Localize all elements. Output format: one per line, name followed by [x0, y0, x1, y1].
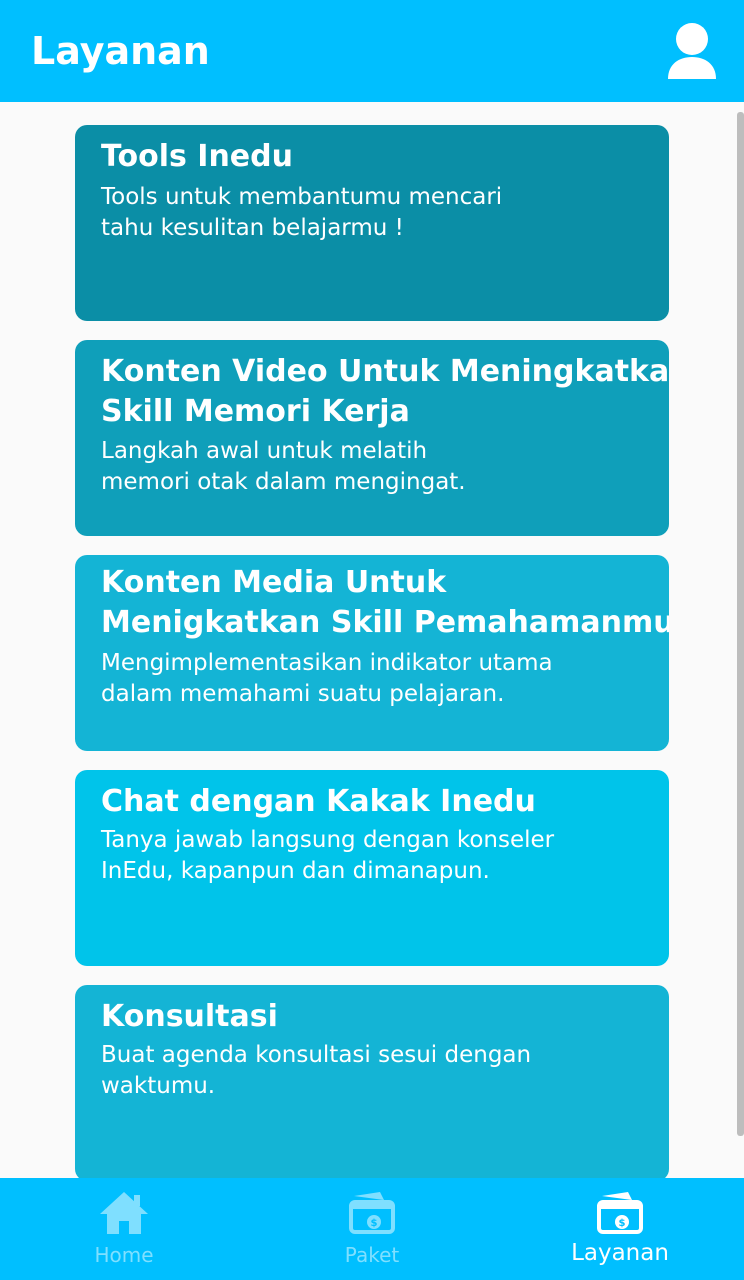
home-icon: [100, 1192, 148, 1234]
card-description: Buat agenda konsultasi sesui dengan wakt…: [101, 1042, 532, 1099]
nav-label: Home: [94, 1243, 154, 1267]
nav-label: Layanan: [571, 1240, 669, 1266]
service-card-media[interactable]: Konten Media Untuk Menigkatkan Skill Pem…: [75, 555, 669, 751]
service-card-tools[interactable]: Tools Inedu Tools untuk membantumu menca…: [75, 125, 669, 321]
user-profile-icon[interactable]: [667, 22, 717, 80]
paket-icon: $: [349, 1192, 395, 1234]
page-title: Layanan: [31, 29, 210, 73]
card-description: Mengimplementasikan indikator utama dala…: [101, 650, 553, 707]
card-title: Tools Inedu: [101, 139, 293, 174]
bottom-navigation: Home $ Paket $ Layanan: [0, 1178, 744, 1280]
svg-text:$: $: [371, 1218, 378, 1229]
card-title: Konten Media Untuk Menigkatkan Skill Pem…: [101, 565, 669, 640]
service-card-konsultasi[interactable]: Konsultasi Buat agenda konsultasi sesui …: [75, 985, 669, 1178]
services-list[interactable]: Tools Inedu Tools untuk membantumu menca…: [0, 102, 744, 1178]
card-description: Langkah awal untuk melatih memori otak d…: [101, 438, 466, 495]
service-card-chat[interactable]: Chat dengan Kakak Inedu Tanya jawab lang…: [75, 770, 669, 966]
nav-item-paket[interactable]: $ Paket: [248, 1178, 496, 1280]
svg-text:$: $: [619, 1218, 626, 1229]
app-bar: Layanan: [0, 0, 744, 102]
service-card-video[interactable]: Konten Video Untuk Meningkatkan Skill Me…: [75, 340, 669, 536]
scrollbar[interactable]: [737, 112, 744, 1136]
card-title: Konten Video Untuk Meningkatkan Skill Me…: [101, 354, 669, 429]
card-title: Konsultasi: [101, 999, 278, 1034]
nav-item-layanan[interactable]: $ Layanan: [496, 1178, 744, 1280]
card-title: Chat dengan Kakak Inedu: [101, 784, 536, 819]
nav-label: Paket: [344, 1243, 400, 1267]
card-description: Tools untuk membantumu mencari tahu kesu…: [101, 184, 503, 241]
nav-item-home[interactable]: Home: [0, 1178, 248, 1280]
layanan-icon: $: [597, 1192, 643, 1234]
card-description: Tanya jawab langsung dengan konseler InE…: [101, 827, 555, 884]
